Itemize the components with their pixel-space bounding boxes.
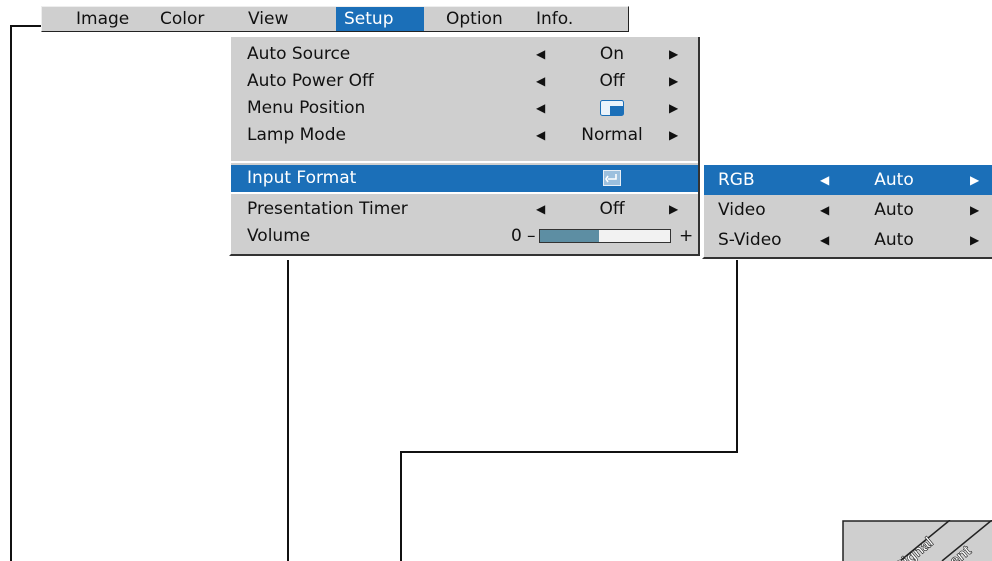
menu-item-value: Normal	[581, 125, 643, 145]
left-arrow-icon[interactable]: ◀	[536, 41, 545, 68]
left-arrow-icon[interactable]: ◀	[536, 68, 545, 95]
divider	[231, 161, 698, 163]
menu-item-label: Presentation Timer	[247, 199, 408, 219]
menu-item-value: Off	[599, 71, 625, 91]
submenu-item-value: Auto	[874, 230, 914, 250]
corner-badge: Signal nent	[842, 520, 992, 561]
volume-slider[interactable]	[539, 229, 671, 243]
submenu-item-s-video[interactable]: S-Video ◀ Auto ▶	[704, 225, 992, 255]
menu-item-volume[interactable]: Volume 0 – +	[231, 223, 698, 250]
menu-item-label: Auto Source	[247, 44, 351, 64]
submenu-item-label: RGB	[718, 170, 755, 190]
submenu-item-value: Auto	[874, 200, 914, 220]
menu-bar: Image Color View Setup Option Info.	[41, 6, 629, 32]
leader-line	[736, 260, 738, 452]
enter-icon[interactable]	[557, 165, 667, 192]
volume-plus[interactable]: +	[679, 223, 693, 250]
submenu-item-video[interactable]: Video ◀ Auto ▶	[704, 195, 992, 225]
left-arrow-icon[interactable]: ◀	[536, 196, 545, 223]
leader-line	[400, 451, 402, 561]
right-arrow-icon[interactable]: ▶	[669, 95, 678, 122]
menu-item-presentation-timer[interactable]: Presentation Timer ◀ Off ▶	[231, 196, 698, 223]
left-arrow-icon[interactable]: ◀	[536, 95, 545, 122]
volume-minus[interactable]: –	[527, 223, 536, 250]
input-format-submenu: RGB ◀ Auto ▶ Video ◀ Auto ▶ S-Video ◀ Au…	[702, 165, 992, 259]
setup-menu: Auto Source ◀ On ▶ Auto Power Off ◀ Off …	[229, 37, 700, 256]
tab-info[interactable]: Info.	[528, 7, 628, 31]
tab-option[interactable]: Option	[438, 7, 526, 31]
leader-line	[10, 25, 41, 27]
volume-slider-fill	[540, 230, 599, 242]
right-arrow-icon[interactable]: ▶	[669, 68, 678, 95]
menu-item-menu-position[interactable]: Menu Position ◀ ▶	[231, 95, 698, 122]
menu-item-lamp-mode[interactable]: Lamp Mode ◀ Normal ▶	[231, 122, 698, 149]
right-arrow-icon[interactable]: ▶	[970, 195, 979, 225]
leader-line	[10, 25, 12, 561]
leader-line	[287, 260, 289, 561]
submenu-item-label: Video	[718, 200, 766, 220]
menu-item-input-format[interactable]: Input Format	[231, 165, 698, 192]
left-arrow-icon[interactable]: ◀	[536, 122, 545, 149]
menu-item-auto-source[interactable]: Auto Source ◀ On ▶	[231, 41, 698, 68]
right-arrow-icon[interactable]: ▶	[970, 225, 979, 255]
menu-item-label: Input Format	[247, 168, 357, 188]
menu-item-auto-power-off[interactable]: Auto Power Off ◀ Off ▶	[231, 68, 698, 95]
left-arrow-icon[interactable]: ◀	[820, 195, 829, 225]
submenu-item-value: Auto	[874, 170, 914, 190]
left-arrow-icon[interactable]: ◀	[820, 225, 829, 255]
menu-item-value: Off	[599, 199, 625, 219]
volume-value: 0	[511, 226, 522, 246]
right-arrow-icon[interactable]: ▶	[970, 165, 979, 195]
menu-item-label: Menu Position	[247, 98, 366, 118]
menu-item-label: Volume	[247, 226, 311, 246]
divider	[231, 192, 698, 194]
right-arrow-icon[interactable]: ▶	[669, 122, 678, 149]
left-arrow-icon[interactable]: ◀	[820, 165, 829, 195]
menu-item-value: On	[599, 44, 625, 64]
submenu-item-label: S-Video	[718, 230, 782, 250]
menu-item-label: Auto Power Off	[247, 71, 374, 91]
menu-position-icon	[557, 95, 667, 122]
tab-view[interactable]: View	[240, 7, 320, 31]
right-arrow-icon[interactable]: ▶	[669, 41, 678, 68]
tab-color[interactable]: Color	[152, 7, 226, 31]
right-arrow-icon[interactable]: ▶	[669, 196, 678, 223]
menu-item-label: Lamp Mode	[247, 125, 346, 145]
leader-line	[400, 451, 738, 453]
tab-setup[interactable]: Setup	[336, 7, 424, 31]
tab-image[interactable]: Image	[68, 7, 142, 31]
submenu-item-rgb[interactable]: RGB ◀ Auto ▶	[704, 165, 992, 195]
